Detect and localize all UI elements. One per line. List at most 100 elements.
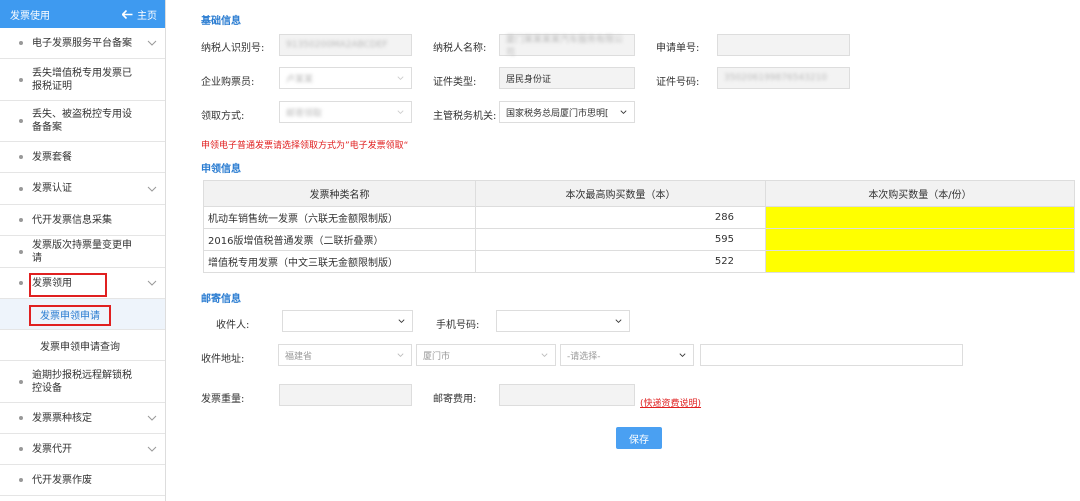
sidebar-item-label: 逾期抄报税远程解锁税控设备 [32, 369, 132, 394]
fee-field[interactable] [499, 384, 635, 406]
table-row: 机动车销售统一发票（六联无金额限制版） 286 [203, 206, 1075, 229]
bullet-icon [19, 478, 23, 482]
bullet-icon [19, 249, 23, 254]
fee-label: 邮寄费用: [433, 394, 477, 405]
taxpayer-id-field[interactable]: 91350200MA2ABCDEF [279, 34, 412, 56]
sidebar-item-version-change[interactable]: 发票版次持票量变更申请 [0, 236, 165, 268]
basic-info-title: 基础信息 [201, 16, 241, 27]
address-detail-input[interactable] [700, 344, 963, 366]
column-header: 发票种类名称 [203, 180, 476, 207]
tax-authority-select[interactable]: 国家税务总局厦门市思明[ [499, 101, 635, 123]
phone-select[interactable] [496, 310, 630, 332]
main-content: 基础信息 纳税人识别号: 91350200MA2ABCDEF 纳税人名称: 厦门… [183, 0, 1080, 501]
receive-method-label: 领取方式: [201, 111, 245, 122]
sidebar-item-label: 发票套餐 [32, 151, 72, 163]
tax-authority-label: 主管税务机关: [433, 111, 497, 122]
sidebar-subitem-apply-query[interactable]: 发票申领申请查询 [0, 330, 165, 361]
sidebar-item-label: 发票版次持票量变更申请 [32, 239, 132, 264]
invoice-table: 发票种类名称 本次最高购买数量（本） 本次购买数量（本/份） 机动车销售统一发票… [203, 180, 1075, 273]
home-link[interactable]: 主页 [122, 7, 157, 22]
application-no-label: 申请单号: [656, 43, 700, 54]
bullet-icon [19, 186, 23, 191]
chevron-down-icon [147, 446, 157, 452]
home-label: 主页 [137, 10, 157, 22]
back-arrow-icon [122, 9, 133, 19]
sidebar-item-label: 丢失增值税专用发票已报税证明 [32, 67, 132, 92]
bullet-icon [19, 218, 23, 222]
sidebar-item-agent-invoice[interactable]: 发票代开 [0, 434, 165, 465]
quantity-input[interactable] [765, 228, 1075, 251]
sidebar-item-label: 代开发票作废 [32, 474, 92, 486]
buyer-select[interactable]: 卢某某 [279, 67, 412, 89]
bullet-icon [19, 281, 23, 285]
taxpayer-name-field[interactable]: 厦门某某某某汽车服务有限公司 [499, 34, 635, 58]
mail-info-title: 邮寄信息 [201, 294, 241, 305]
sidebar-item-invoice-auth[interactable]: 发票认证 [0, 173, 165, 205]
cert-type-field[interactable]: 居民身份证 [499, 67, 635, 89]
cert-no-field[interactable]: 350206199876543210 [717, 67, 850, 89]
receive-method-select[interactable]: 邮寄领取 [279, 101, 412, 123]
highlight-box [29, 305, 111, 326]
sidebar-item-type-approval[interactable]: 发票票种核定 [0, 403, 165, 434]
sidebar-item-label: 代开发票信息采集 [32, 214, 112, 226]
column-header: 本次最高购买数量（本） [475, 180, 766, 207]
city-select[interactable]: 厦门市 [416, 344, 556, 366]
chevron-down-icon [147, 40, 157, 46]
recipient-select[interactable] [282, 310, 413, 332]
district-select[interactable]: -请选择- [560, 344, 694, 366]
province-select[interactable]: 福建省 [278, 344, 412, 366]
sidebar-item-lost-device[interactable]: 丢失、被盗税控专用设备备案 [0, 101, 165, 142]
chevron-down-icon [397, 110, 404, 115]
sidebar-item-label: 丢失、被盗税控专用设备备案 [32, 109, 132, 133]
recipient-label: 收件人: [216, 320, 250, 331]
max-quantity: 522 [475, 250, 766, 273]
chevron-down-icon [397, 76, 404, 81]
chevron-down-icon [397, 353, 404, 358]
sidebar-subitem-label: 发票申领申请查询 [40, 341, 120, 353]
sidebar: 发票使用 主页 电子发票服务平台备案 丢失增值税专用发票已报税证明 丢失、被盗税… [0, 0, 166, 501]
invoice-type-name: 机动车销售统一发票（六联无金额限制版） [203, 206, 476, 229]
sidebar-item-lost-vat-invoice[interactable]: 丢失增值税专用发票已报税证明 [0, 59, 165, 101]
bullet-icon [19, 416, 23, 420]
phone-label: 手机号码: [436, 320, 480, 331]
sidebar-item-remote-unlock[interactable]: 逾期抄报税远程解锁税控设备 [0, 361, 165, 403]
quantity-input[interactable] [765, 250, 1075, 273]
sidebar-title: 发票使用 [10, 10, 50, 22]
chevron-down-icon [541, 353, 548, 358]
chevron-down-icon [147, 415, 157, 421]
bullet-icon [19, 155, 23, 159]
bullet-icon [19, 119, 23, 123]
sidebar-item-agent-invoice-info[interactable]: 代开发票信息采集 [0, 205, 165, 236]
sidebar-item-label: 发票票种核定 [32, 412, 92, 424]
buyer-label: 企业购票员: [201, 77, 255, 88]
quantity-input[interactable] [765, 206, 1075, 229]
bullet-icon [19, 447, 23, 451]
taxpayer-name-label: 纳税人名称: [433, 43, 487, 54]
invoice-type-name: 2016版增值税普通发票（二联折叠票） [203, 228, 476, 251]
sidebar-header: 发票使用 主页 [0, 0, 165, 28]
application-no-field[interactable] [717, 34, 850, 56]
sidebar-item-invoice-package[interactable]: 发票套餐 [0, 142, 165, 173]
table-header-row: 发票种类名称 本次最高购买数量（本） 本次购买数量（本/份） [203, 180, 1075, 207]
weight-field[interactable] [279, 384, 412, 406]
table-row: 2016版增值税普通发票（二联折叠票） 595 [203, 228, 1075, 251]
highlight-box [29, 273, 107, 297]
apply-info-title: 申领信息 [201, 164, 241, 175]
fee-explanation-link[interactable]: (快递资费说明) [640, 396, 701, 409]
save-button[interactable]: 保存 [616, 427, 662, 449]
invoice-type-name: 增值税专用发票（中文三联无金额限制版） [203, 250, 476, 273]
sidebar-item-label: 发票认证 [32, 183, 72, 194]
chevron-down-icon [147, 186, 157, 192]
address-label: 收件地址: [201, 354, 245, 365]
column-header: 本次购买数量（本/份） [765, 180, 1075, 207]
chevron-down-icon [147, 280, 157, 286]
sidebar-item-e-invoice-filing[interactable]: 电子发票服务平台备案 [0, 28, 165, 59]
table-row: 增值税专用发票（中文三联无金额限制版） 522 [203, 250, 1075, 273]
bullet-icon [19, 41, 23, 45]
sidebar-item-agent-void[interactable]: 代开发票作废 [0, 465, 165, 496]
taxpayer-id-label: 纳税人识别号: [201, 43, 265, 54]
bullet-icon [19, 77, 23, 82]
sidebar-item-label: 发票代开 [32, 443, 72, 455]
chevron-down-icon [679, 353, 686, 358]
chevron-down-icon [620, 110, 627, 115]
